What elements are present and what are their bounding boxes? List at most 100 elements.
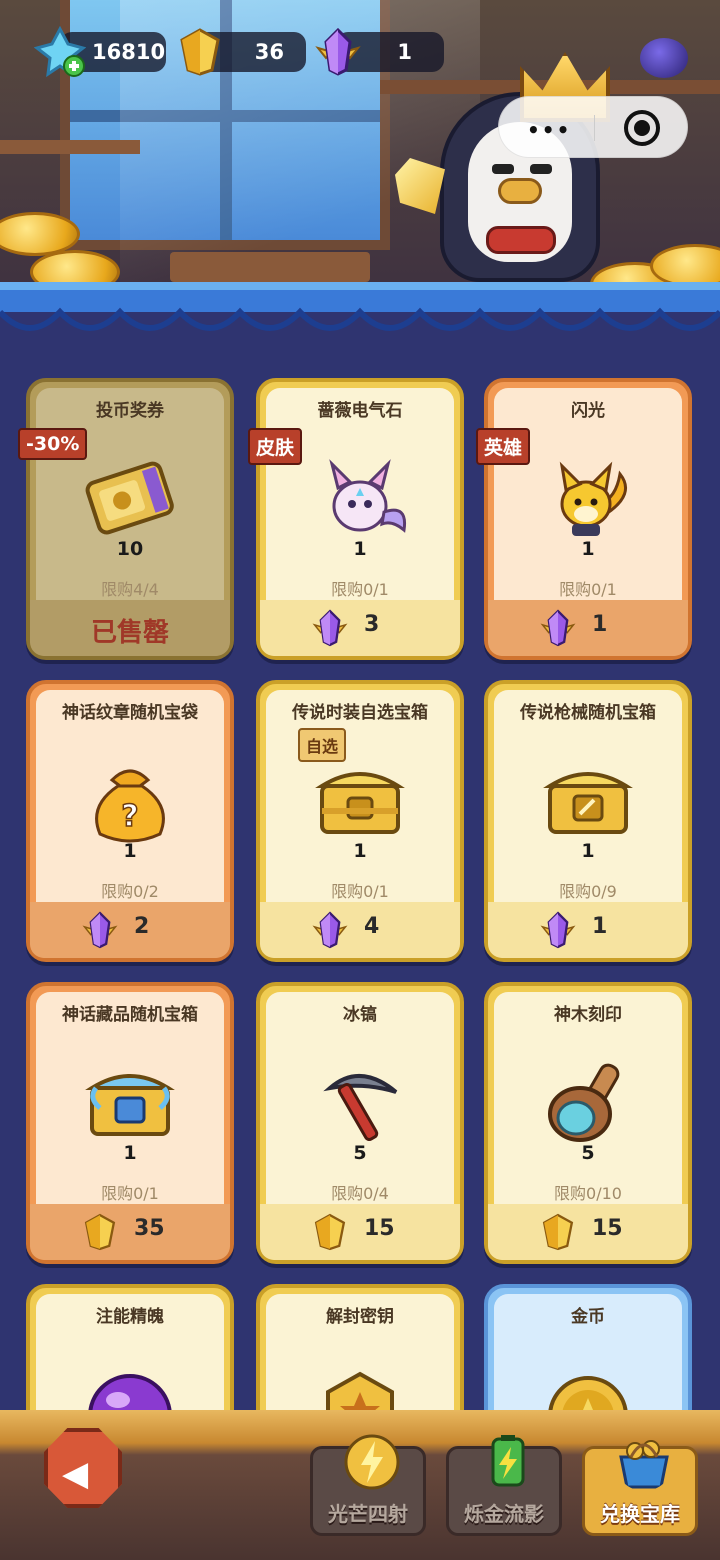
wood-stamp-icon [548,1063,620,1142]
item-count: 5 [353,1142,367,1164]
diamond-count: 16810 [92,40,166,64]
awning-decoration [0,282,720,362]
shop-item-card[interactable]: 蔷薇电气石 皮肤 1 限购0/1 3 [248,378,464,660]
shop-item-card[interactable]: 传说枪械随机宝箱 1 限购0/9 1 [484,680,692,962]
tab-exchange-vault[interactable]: 兑换宝库 [582,1440,698,1536]
gold-chest-icon [315,772,405,834]
gold-crystal-icon [314,1213,346,1251]
purple-crystal-count: 1 [397,40,412,64]
shop-item-card[interactable]: 冰镐 5 限购0/4 15 [256,982,464,1264]
price-value: 2 [134,914,150,939]
price-value: 1 [592,612,608,637]
purple-crystal-icon [540,911,576,949]
purple-crystal-icon [82,911,118,949]
price-value: 3 [364,612,380,637]
gold-crystal-icon [542,1213,574,1251]
tab-label: 烁金流影 [464,1502,544,1526]
shop-item-card[interactable]: 传说时装自选宝箱 自选 1 限购0/1 4 [256,680,464,962]
item-count: 1 [581,538,595,560]
item-name: 闪光 [571,401,605,421]
price-button[interactable]: 15 [260,1204,460,1260]
purple-crystal-icon [312,609,348,647]
miniprogram-capsule: ••• [498,96,688,158]
gold-crystal-icon [84,1213,116,1251]
gold-chest-icon [543,772,633,834]
ticket-icon [85,461,174,535]
item-name: 传说枪械随机宝箱 [520,703,656,723]
item-count: 5 [581,1142,595,1164]
sold-out-panel: 已售罄 [30,600,230,656]
price-button[interactable]: 15 [488,1204,688,1260]
purchase-limit: 限购0/1 [331,580,389,599]
purchase-limit: 限购4/4 [101,580,159,599]
item-name: 神话藏品随机宝箱 [62,1005,198,1025]
purple-crystal-icon [312,911,348,949]
tab-label: 光芒四射 [328,1502,408,1526]
item-name: 神木刻印 [554,1005,622,1025]
battery-icon [491,1435,525,1487]
price-button[interactable]: 3 [260,600,460,656]
shop-item-card[interactable]: 神话藏品随机宝箱 1 限购0/1 35 [26,982,234,1264]
sold-out-label: 已售罄 [90,618,169,648]
item-count: 1 [581,840,595,862]
purple-crystal-icon [540,609,576,647]
discount-badge: -30% [18,428,88,460]
tab-gold-flow[interactable]: 烁金流影 [446,1435,562,1536]
item-name: 冰镐 [343,1005,377,1025]
hero-badge: 英雄 [476,428,531,465]
svg-text:?: ? [121,799,138,834]
item-count: 1 [353,840,367,862]
back-arrow-icon: ◀ [62,1454,89,1494]
item-count: 1 [353,538,367,560]
price-value: 15 [364,1216,395,1241]
item-name: 投币奖券 [96,401,164,421]
skin-badge: 皮肤 [248,428,303,465]
blue-chest-icon [85,1074,175,1136]
gold-crystal-count: 36 [254,40,284,64]
purchase-limit: 限购0/2 [101,882,159,901]
price-button[interactable]: 1 [488,600,688,656]
purchase-limit: 限购0/10 [554,1184,622,1203]
purple-crystal-icon [315,27,361,76]
purchase-limit: 限购0/4 [331,1184,389,1203]
item-count: 10 [116,538,144,560]
price-value: 15 [592,1216,623,1241]
tab-label: 兑换宝库 [600,1502,680,1526]
gold-crystal-icon [180,28,220,76]
price-value: 35 [134,1216,165,1241]
purchase-limit: 限购0/1 [559,580,617,599]
price-button[interactable]: 4 [260,902,460,958]
mystery-bag-icon: ? [95,769,165,843]
price-button[interactable]: 2 [30,902,230,958]
item-count: 1 [123,840,137,862]
item-name: 神话纹章随机宝袋 [62,703,198,723]
item-name: 传说时装自选宝箱 [292,703,428,723]
price-value: 1 [592,914,608,939]
purchase-limit: 限购0/1 [101,1184,159,1203]
blue-diamond-plus-icon[interactable] [34,26,86,78]
shop-item-card[interactable]: 投币奖券 -30% 10 限购4/4 已售罄 [18,378,234,660]
purchase-limit: 限购0/9 [559,882,617,901]
item-name: 注能精魄 [96,1307,164,1327]
item-name: 金币 [571,1307,605,1327]
price-button[interactable]: 35 [30,1204,230,1260]
shop-item-card[interactable]: 神木刻印 5 限购0/10 15 [484,982,692,1264]
tab-radiance[interactable]: 光芒四射 [310,1434,426,1536]
more-menu-icon[interactable]: ••• [527,118,571,142]
close-record-icon[interactable] [624,110,660,146]
item-name: 解封密钥 [326,1307,394,1327]
price-button[interactable]: 1 [488,902,688,958]
shop-item-card[interactable]: 神话纹章随机宝袋 ? 1 限购0/2 2 [26,680,234,962]
treasure-basket-icon [619,1440,669,1489]
shop-item-card[interactable]: 闪光 英雄 1 限购0/1 1 [476,378,692,660]
skin-creature-icon [329,459,407,533]
item-count: 1 [123,1142,137,1164]
hero-fox-icon [559,461,628,536]
purchase-limit: 限购0/1 [331,882,389,901]
price-value: 4 [364,914,380,939]
item-name: 蔷薇电气石 [317,401,403,421]
shop-grid: 投币奖券 -30% 10 限购4/4 已售罄 蔷薇电气石 皮肤 1 限购0/1 … [0,362,720,1560]
crystal-ball-icon [640,38,688,78]
lightning-orb-icon [344,1434,400,1490]
pickaxe-icon [323,1073,398,1142]
